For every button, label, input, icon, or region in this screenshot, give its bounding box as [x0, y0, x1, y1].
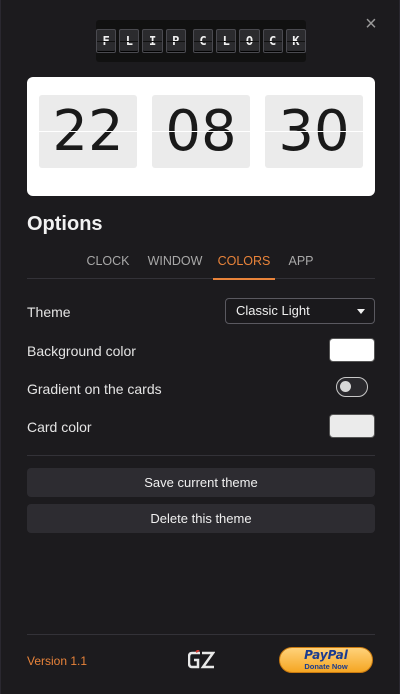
paypal-donate-button[interactable]: PayPal Donate Now	[279, 647, 373, 673]
footer-divider	[27, 634, 375, 635]
theme-label: Theme	[27, 304, 71, 320]
version-label: Version 1.1	[27, 654, 88, 668]
logo-letter: K	[285, 29, 306, 53]
minutes-card: 08	[152, 95, 250, 168]
seconds-card: 30	[265, 95, 363, 168]
paypal-donate-label: Donate Now	[304, 662, 348, 671]
logo-letter: C	[262, 29, 283, 53]
card-color-label: Card color	[27, 419, 92, 435]
gz-logo-icon[interactable]	[188, 650, 215, 670]
theme-select-value: Classic Light	[236, 303, 310, 318]
close-icon[interactable]: ×	[361, 14, 381, 34]
delete-theme-button[interactable]: Delete this theme	[27, 504, 375, 533]
gradient-label: Gradient on the cards	[27, 381, 162, 397]
card-color-swatch[interactable]	[329, 414, 375, 438]
background-color-swatch[interactable]	[329, 338, 375, 362]
logo-letter: I	[142, 29, 163, 53]
app-window: × F L I P C L O C K 22 08 30 Options CLO…	[0, 0, 400, 694]
tab-clock[interactable]: CLOCK	[83, 250, 133, 278]
tab-colors[interactable]: COLORS	[213, 250, 275, 280]
logo-letter: P	[165, 29, 186, 53]
paypal-logo-text: PayPal	[304, 648, 348, 662]
theme-select[interactable]: Classic Light	[225, 298, 375, 324]
clock-preview: 22 08 30	[27, 77, 375, 196]
flip-clock-logo: F L I P C L O C K	[96, 20, 306, 62]
section-divider	[27, 455, 375, 456]
logo-letter: C	[192, 29, 214, 53]
logo-letter: L	[119, 29, 140, 53]
chevron-down-icon	[357, 309, 365, 314]
logo-letter: L	[216, 29, 237, 53]
logo-letter: F	[96, 29, 117, 53]
toggle-knob	[340, 381, 351, 392]
hours-card: 22	[39, 95, 137, 168]
tab-window[interactable]: WINDOW	[143, 250, 207, 278]
tab-app[interactable]: APP	[283, 250, 319, 278]
background-color-label: Background color	[27, 343, 136, 359]
logo-letter: O	[239, 29, 260, 53]
options-tabs: CLOCK WINDOW COLORS APP	[27, 250, 375, 280]
save-theme-button[interactable]: Save current theme	[27, 468, 375, 497]
gradient-toggle[interactable]	[336, 377, 368, 397]
options-heading: Options	[27, 213, 103, 235]
